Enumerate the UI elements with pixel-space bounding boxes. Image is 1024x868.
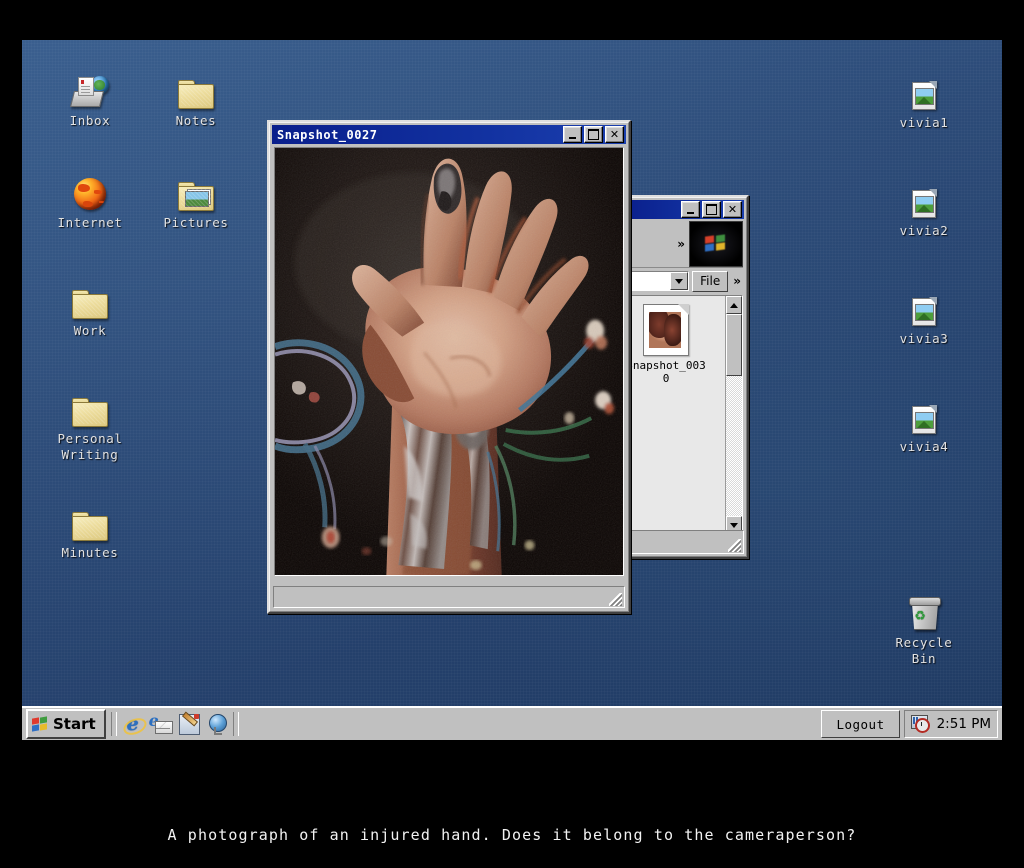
show-desktop-globe-icon[interactable] [206, 713, 228, 735]
toolbar-overflow-chevron-icon[interactable]: » [677, 237, 685, 251]
internet-globe-icon [44, 172, 136, 210]
recycle-bin-icon: ♻ [878, 592, 970, 630]
injured-hand-photograph [275, 148, 623, 575]
taskbar-divider [232, 712, 239, 736]
explorer-toolbar[interactable]: » [626, 221, 743, 268]
minimize-button[interactable] [681, 201, 700, 218]
desktop-icon-vivia3[interactable]: vivia3 [878, 288, 970, 347]
clock-monitor-tray-icon[interactable] [910, 715, 930, 733]
windows-flag-icon [32, 715, 49, 732]
caption-text: A photograph of an injured hand. Does it… [167, 826, 857, 844]
desktop-icon-minutes[interactable]: Minutes [44, 502, 136, 561]
screenshot-root: Inbox Notes Internet Pictures Work Perso… [0, 0, 1024, 868]
vertical-scrollbar[interactable] [725, 296, 742, 534]
folder-icon [44, 388, 136, 427]
explorer-window-inner: ✕ » File » Snapshot_0030 [622, 197, 747, 557]
desktop-icon-label: Recycle Bin [895, 635, 953, 666]
image-file-icon [643, 304, 689, 356]
desktop-icon-label: Internet [57, 215, 123, 230]
windows-logo-branding-icon [689, 221, 743, 267]
desktop-icon-notes[interactable]: Notes [150, 70, 242, 129]
close-icon[interactable]: ✕ [605, 126, 624, 143]
start-button-label: Start [53, 715, 96, 733]
desktop-icon-label: Pictures [163, 215, 229, 230]
maximize-button[interactable] [584, 126, 603, 143]
taskbar[interactable]: Start e e Logout [22, 706, 1002, 740]
pictures-folder-icon [150, 172, 242, 211]
viewer-statusbar [273, 586, 625, 608]
desktop-icon-vivia2[interactable]: vivia2 [878, 180, 970, 239]
menu-file-label: File [700, 274, 721, 288]
system-tray[interactable]: 2:51 PM [903, 710, 998, 738]
image-file-icon [878, 288, 970, 326]
desktop-icon-label: vivia3 [899, 331, 949, 346]
outlook-express-icon[interactable]: e [149, 711, 173, 735]
scroll-up-button[interactable] [726, 296, 742, 314]
start-button[interactable]: Start [26, 709, 106, 739]
desktop-icon-label: Notes [175, 113, 217, 128]
desktop-icon-label: Minutes [61, 545, 119, 560]
explorer-file-list[interactable]: Snapshot_0030 [626, 295, 743, 535]
desktop-icon-internet[interactable]: Internet [44, 172, 136, 231]
address-combobox[interactable] [626, 271, 690, 291]
minimize-button[interactable] [563, 126, 582, 143]
list-item[interactable]: Snapshot_0030 [626, 304, 709, 385]
explorer-titlebar[interactable]: ✕ [625, 200, 744, 219]
image-viewer-inner: Snapshot_0027 ✕ [269, 122, 629, 612]
desktop-icon-vivia1[interactable]: vivia1 [878, 72, 970, 131]
explorer-window[interactable]: ✕ » File » Snapshot_0030 [620, 195, 749, 559]
list-item-label: Snapshot_0030 [626, 359, 706, 385]
desktop-icon-vivia4[interactable]: vivia4 [878, 396, 970, 455]
photo-canvas [274, 147, 624, 576]
explorer-statusbar [625, 530, 744, 554]
explorer-window-controls: ✕ [681, 201, 742, 218]
image-file-icon [878, 180, 970, 218]
desktop[interactable]: Inbox Notes Internet Pictures Work Perso… [22, 40, 1002, 740]
chevron-down-icon[interactable] [670, 272, 689, 290]
image-file-icon [878, 396, 970, 434]
desktop-icon-work[interactable]: Work [44, 280, 136, 339]
desktop-icon-personal-writing[interactable]: Personal Writing [44, 388, 136, 463]
viewer-titlebar[interactable]: Snapshot_0027 ✕ [272, 125, 626, 144]
quick-launch-bar[interactable]: e e [120, 711, 228, 738]
desktop-icon-label: vivia1 [899, 115, 949, 130]
resize-grip[interactable] [609, 593, 622, 606]
desktop-icon-label: vivia4 [899, 439, 949, 454]
taskbar-clock[interactable]: 2:51 PM [937, 716, 991, 732]
image-viewer-window[interactable]: Snapshot_0027 ✕ [267, 120, 631, 614]
logout-button[interactable]: Logout [821, 710, 900, 738]
logout-label: Logout [836, 716, 885, 732]
folder-icon [44, 502, 136, 541]
explorer-address-bar[interactable]: File » [626, 270, 743, 292]
window-title: Snapshot_0027 [277, 127, 378, 142]
taskbar-right-section: Logout 2:51 PM [821, 710, 998, 738]
image-file-icon [878, 72, 970, 110]
inbox-icon [44, 70, 136, 108]
close-icon[interactable]: ✕ [723, 201, 742, 218]
internet-explorer-icon[interactable]: e [120, 713, 149, 738]
viewer-window-controls: ✕ [563, 126, 624, 143]
desktop-icon-label: Inbox [69, 113, 111, 128]
folder-icon [44, 280, 136, 319]
desktop-icon-label: Work [73, 323, 107, 338]
scrollbar-thumb[interactable] [726, 314, 742, 376]
paint-icon[interactable] [178, 711, 200, 735]
desktop-icon-pictures[interactable]: Pictures [150, 172, 242, 231]
desktop-icon-label: Personal Writing [57, 431, 123, 462]
desktop-icon-inbox[interactable]: Inbox [44, 70, 136, 129]
folder-icon [150, 70, 242, 109]
menu-overflow-chevron-icon[interactable]: » [731, 274, 743, 288]
scrollbar-track[interactable] [726, 314, 742, 516]
menu-file-button[interactable]: File [692, 270, 729, 292]
resize-grip[interactable] [728, 539, 741, 552]
taskbar-divider [110, 712, 117, 736]
file-list-body[interactable]: Snapshot_0030 [627, 296, 725, 534]
maximize-button[interactable] [702, 201, 721, 218]
desktop-icon-label: vivia2 [899, 223, 949, 238]
desktop-icon-recycle-bin[interactable]: ♻ Recycle Bin [878, 592, 970, 667]
